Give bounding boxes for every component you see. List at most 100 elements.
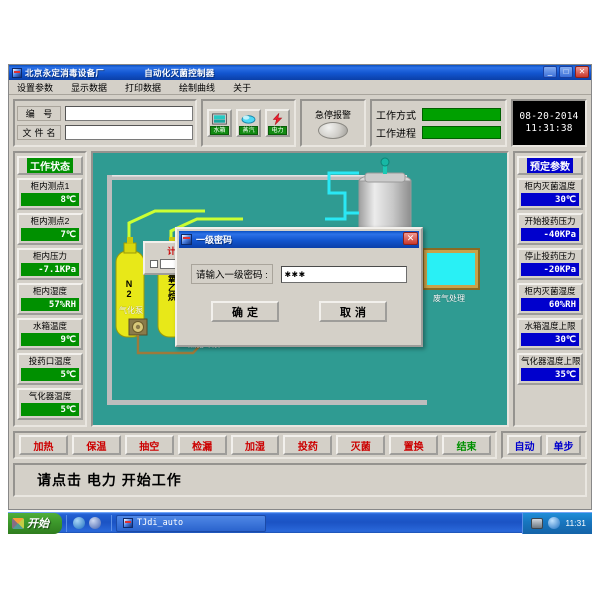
number-input[interactable] — [65, 106, 193, 121]
water-tank-button[interactable]: 水箱 — [207, 109, 232, 137]
app-icon — [12, 67, 22, 78]
media-player-icon[interactable] — [89, 517, 101, 529]
action-heat[interactable]: 加热 — [19, 435, 68, 455]
taskbar: 开始 TJdi_auto 11:31 — [8, 512, 592, 534]
preset-vaporizer-temp-limit[interactable]: 气化器温度上限 35℃ — [517, 353, 583, 385]
gauge-cabinet-point-1: 柜内测点1 8℃ — [17, 178, 83, 210]
maximize-button[interactable]: □ — [559, 66, 573, 78]
menu-bar: 设置参数 显示数据 打印数据 绘制曲线 关于 — [9, 80, 591, 95]
gauge-cabinet-humidity: 柜内湿度 57%RH — [17, 283, 83, 315]
close-button[interactable]: ✕ — [575, 66, 589, 78]
action-bar: 加热 保温 抽空 检漏 加湿 投药 灭菌 置换 结束 自动 单步 — [13, 431, 587, 459]
taskbar-separator — [111, 515, 112, 531]
dialog-buttons: 确定 取消 — [191, 301, 407, 322]
window-subtitle: 自动化灭菌控制器 — [144, 67, 215, 78]
preset-value: 60%RH — [521, 298, 579, 311]
action-leak-test[interactable]: 检漏 — [177, 435, 227, 455]
clock-time: 11:31:38 — [525, 123, 573, 134]
start-button[interactable]: 开始 — [8, 512, 62, 534]
menu-item-print-data[interactable]: 打印数据 — [123, 80, 163, 95]
windows-logo-icon — [12, 517, 24, 529]
cylinder-label-n2: N2 — [124, 279, 134, 299]
preset-title: 水箱温度上限 — [524, 321, 576, 331]
work-status-panel: 工作状态 柜内测点1 8℃ 柜内测点2 7℃ 柜内压力 -7.1KPa 柜内湿度… — [13, 151, 87, 427]
action-dose[interactable]: 投药 — [283, 435, 333, 455]
gauge-dosing-port-temp: 投药口温度 5℃ — [17, 353, 83, 385]
preset-value: 35℃ — [521, 368, 579, 381]
number-field-row: 编 号 — [17, 106, 193, 121]
label-exhaust-treatment: 废气处理 — [433, 294, 465, 303]
gauge-value: 5℃ — [21, 368, 79, 381]
gauge-value: 5℃ — [21, 403, 79, 416]
mode-single-step[interactable]: 单步 — [546, 435, 581, 455]
window-controls: _ □ ✕ — [543, 66, 589, 78]
gauge-value: 7℃ — [21, 228, 79, 241]
status-group: 工作方式 工作进程 — [370, 99, 507, 147]
dialog-body: 请输入一级密码 : ✱✱✱ 确定 取消 — [177, 250, 421, 330]
password-label: 请输入一级密码 : — [191, 264, 273, 284]
action-replace[interactable]: 置换 — [389, 435, 439, 455]
quick-launch-bar — [66, 514, 107, 532]
clock-date: 08-20-2014 — [519, 111, 579, 122]
preset-title: 开始投药压力 — [524, 216, 576, 226]
clock-display: 08-20-2014 11:31:38 — [511, 99, 587, 147]
task-label: TJdi_auto — [137, 518, 184, 528]
dialog-close-button[interactable]: ✕ — [403, 232, 418, 245]
menu-item-about[interactable]: 关于 — [231, 80, 253, 95]
work-status-header: 工作状态 — [17, 156, 83, 175]
work-status-header-label: 工作状态 — [27, 158, 73, 173]
title-bar[interactable]: 北京永定消毒设备厂 自动化灭菌控制器 _ □ ✕ — [9, 65, 591, 80]
ie-icon[interactable] — [73, 517, 85, 529]
emergency-stop-group: 急停报警 — [300, 99, 366, 147]
label-vaporizer-pump: 气化泵 — [119, 306, 143, 315]
mode-auto[interactable]: 自动 — [507, 435, 542, 455]
dialog-title-bar[interactable]: 一级密码 ✕ — [179, 231, 419, 248]
work-mode-row: 工作方式 — [376, 107, 501, 122]
preset-parameters-header: 预定参数 — [517, 156, 583, 175]
toolbar-group: 水箱 蒸汽 电力 — [201, 99, 296, 147]
power-button[interactable]: 电力 — [265, 109, 290, 137]
action-evacuate[interactable]: 抽空 — [124, 435, 174, 455]
preset-title: 柜内灭菌湿度 — [524, 286, 576, 296]
window-title: 北京永定消毒设备厂 — [25, 67, 105, 78]
action-finish[interactable]: 结束 — [442, 435, 492, 455]
gauge-cabinet-pressure: 柜内压力 -7.1KPa — [17, 248, 83, 280]
emergency-stop-lamp[interactable] — [318, 121, 348, 139]
dialog-title: 一级密码 — [196, 235, 233, 245]
timer-checkbox[interactable] — [150, 260, 158, 268]
action-sterilize[interactable]: 灭菌 — [336, 435, 386, 455]
steam-button[interactable]: 蒸汽 — [236, 109, 261, 137]
preset-title: 柜内灭菌温度 — [524, 181, 576, 191]
password-input[interactable]: ✱✱✱ — [280, 265, 407, 283]
tray-clock[interactable]: 11:31 — [565, 518, 586, 528]
gauge-vaporizer-temp: 气化器温度 5℃ — [17, 388, 83, 420]
start-label: 开始 — [27, 518, 49, 530]
preset-value: 30℃ — [521, 333, 579, 346]
menu-item-draw-curve[interactable]: 绘制曲线 — [177, 80, 217, 95]
preset-sterilization-temp[interactable]: 柜内灭菌温度 30℃ — [517, 178, 583, 210]
action-keep-warm[interactable]: 保温 — [71, 435, 121, 455]
preset-start-dosing-pressure[interactable]: 开始投药压力 -40KPa — [517, 213, 583, 245]
preset-sterilization-humidity[interactable]: 柜内灭菌湿度 60%RH — [517, 283, 583, 315]
work-progress-label: 工作进程 — [376, 128, 416, 140]
gauge-title: 柜内测点1 — [30, 181, 70, 191]
dialog-ok-button[interactable]: 确定 — [211, 301, 279, 322]
system-tray: 11:31 — [522, 512, 592, 534]
dialog-cancel-button[interactable]: 取消 — [319, 301, 387, 322]
preset-stop-dosing-pressure[interactable]: 停止投药压力 -20KPa — [517, 248, 583, 280]
filename-input[interactable] — [65, 125, 193, 140]
network-icon[interactable] — [531, 517, 544, 529]
menu-item-display-data[interactable]: 显示数据 — [69, 80, 109, 95]
power-bolt-icon — [272, 113, 283, 125]
taskbar-task-item[interactable]: TJdi_auto — [116, 514, 266, 532]
menu-item-settings[interactable]: 设置参数 — [15, 80, 55, 95]
preset-water-tank-temp-limit[interactable]: 水箱温度上限 30℃ — [517, 318, 583, 350]
work-progress-indicator — [422, 125, 501, 139]
preset-parameters-header-label: 预定参数 — [527, 158, 573, 173]
water-tank-icon — [212, 113, 227, 125]
volume-icon[interactable] — [548, 517, 561, 529]
dialog-icon — [181, 234, 192, 245]
filename-field-row: 文件名 — [17, 125, 193, 140]
action-humidify[interactable]: 加湿 — [230, 435, 280, 455]
minimize-button[interactable]: _ — [543, 66, 557, 78]
